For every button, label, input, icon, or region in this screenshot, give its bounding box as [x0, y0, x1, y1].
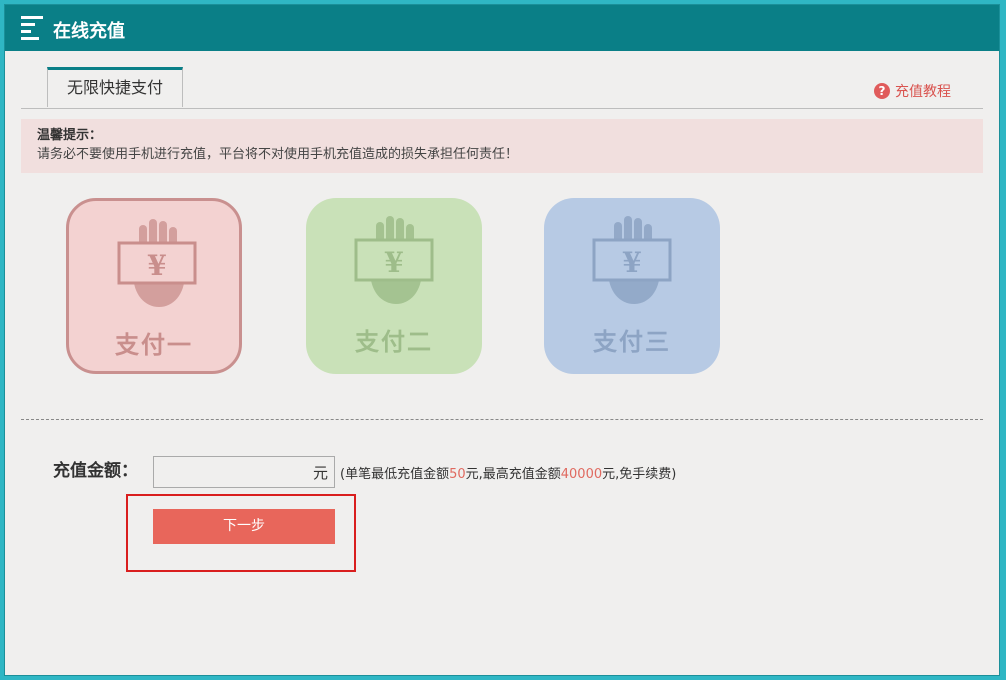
notice-box: 温馨提示： 请务必不要使用手机进行充值，平台将不对使用手机充值造成的损失承担任何… — [21, 119, 983, 173]
svg-text:¥: ¥ — [622, 246, 641, 279]
hint-mid: 元,最高充值金额 — [465, 467, 561, 482]
title-bar: 在线充值 — [5, 5, 999, 51]
payment-option-1[interactable]: ¥ 支付一 — [66, 198, 242, 374]
payment-label: 支付三 — [593, 328, 671, 356]
notice-text: 请务必不要使用手机进行充值，平台将不对使用手机充值造成的损失承担任何责任！ — [37, 147, 519, 162]
min-amount: 50 — [449, 467, 466, 482]
hint-suffix: 元,免手续费) — [602, 467, 677, 482]
payment-option-2[interactable]: ¥ 支付二 — [306, 198, 482, 374]
max-amount: 40000 — [560, 467, 603, 482]
hand-yen-icon: ¥ — [117, 219, 197, 307]
question-icon: ? — [874, 83, 890, 99]
svg-text:¥: ¥ — [147, 249, 166, 282]
amount-input[interactable] — [158, 459, 312, 487]
menu-icon[interactable] — [21, 16, 43, 40]
payment-label: 支付二 — [355, 328, 433, 356]
help-label: 充值教程 — [895, 84, 951, 100]
amount-field: 元 — [153, 456, 335, 488]
payment-option-3[interactable]: ¥ 支付三 — [544, 198, 720, 374]
tab-quick-pay[interactable]: 无限快捷支付 — [47, 67, 183, 107]
next-step-button[interactable]: 下一步 — [153, 509, 335, 544]
notice-title: 温馨提示： — [37, 128, 103, 143]
page-title: 在线充值 — [53, 21, 125, 42]
amount-label: 充值金额： — [53, 461, 138, 481]
hint-prefix: (单笔最低充值金额 — [340, 467, 450, 482]
payment-label: 支付一 — [115, 331, 193, 359]
help-link[interactable]: ? 充值教程 — [874, 81, 951, 101]
amount-hint: (单笔最低充值金额50元,最高充值金额40000元,免手续费) — [340, 463, 676, 482]
tab-bar: 无限快捷支付 ? 充值教程 — [21, 67, 983, 109]
hand-yen-icon: ¥ — [354, 216, 434, 304]
recharge-window: 在线充值 无限快捷支付 ? 充值教程 温馨提示： 请务必不要使用手机进行充值，平… — [4, 4, 1000, 676]
hand-yen-icon: ¥ — [592, 216, 672, 304]
dashed-divider — [21, 419, 983, 420]
svg-text:¥: ¥ — [384, 246, 403, 279]
amount-unit: 元 — [312, 464, 328, 482]
